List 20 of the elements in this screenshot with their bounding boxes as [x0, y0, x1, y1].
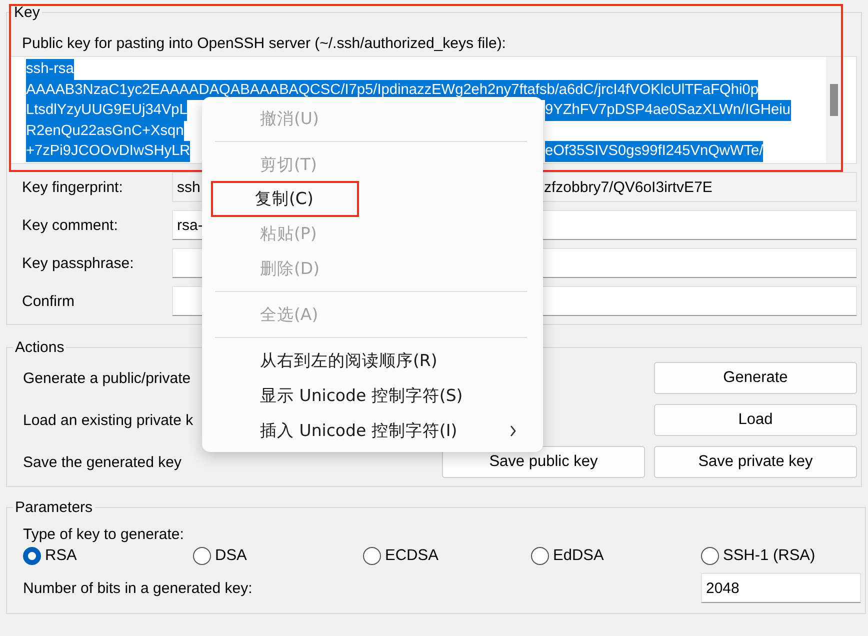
- key-text: R2enQu22asGnC+Xsqn: [26, 120, 184, 141]
- key-text: 9YZhFV7pDSP4ae0SazXLWn/IGHeiu: [545, 100, 791, 120]
- action-label: Generate a public/private: [23, 370, 191, 386]
- field-label: Key passphrase:: [21, 254, 135, 272]
- key-text: AAAAB3NzaC1yc2EAAAADAQABAAABAQCSC/I7p5/IpdinazzEWg2eh2ny7ftafsb/a6dC/jrcI4fVOKlcUlTFaFQhi0p: [26, 80, 758, 100]
- group-title: Parameters: [14, 499, 94, 516]
- group-title: Actions: [14, 339, 66, 356]
- field-label: Key comment:: [21, 216, 119, 234]
- key-text: eOf35SIVS0gs99fI245VnQwWTe/: [545, 141, 764, 162]
- key-type-label: Type of key to generate:: [22, 526, 185, 543]
- group-title: Key: [13, 4, 41, 21]
- key-text: ssh-rsa: [26, 59, 74, 80]
- key-text: LtsdlYzyUUG9EUj34VpL: [26, 100, 188, 120]
- field-label: Confirm: [21, 292, 76, 310]
- action-label: Save the generated key: [23, 454, 182, 470]
- bits-label: Number of bits in a generated key:: [23, 580, 252, 596]
- key-text: +7zPi9JCOOvDIwSHyLR: [26, 141, 190, 162]
- public-key-label: Public key for pasting into OpenSSH server (~/.ssh/authorized_keys file):: [22, 35, 507, 52]
- action-label: Load an existing private k: [23, 412, 194, 428]
- field-label: Key fingerprint:: [21, 178, 124, 196]
